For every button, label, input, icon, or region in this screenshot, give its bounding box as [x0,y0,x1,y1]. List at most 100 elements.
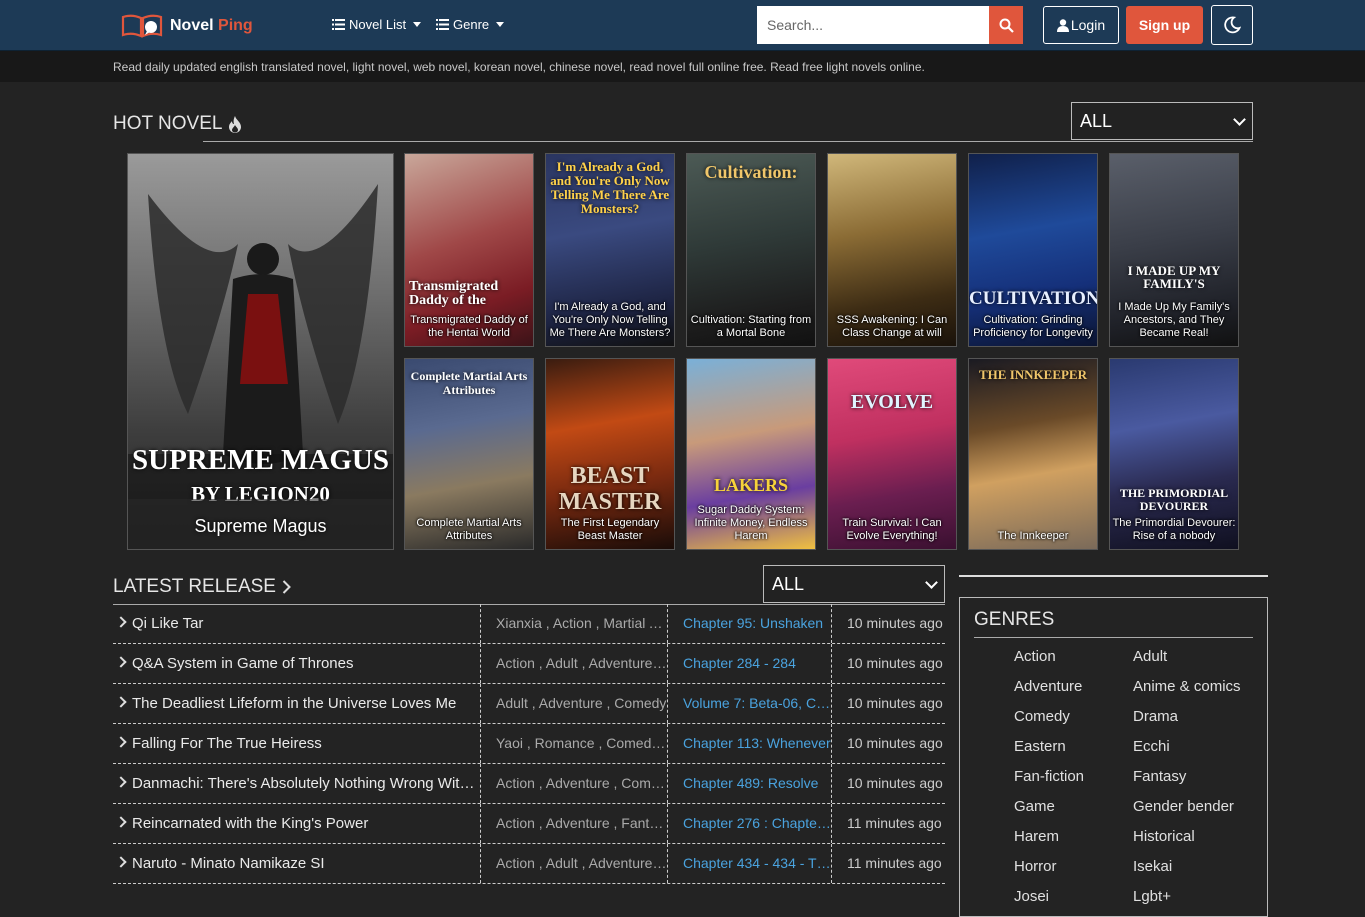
chapter-link[interactable]: Chapter 95: Unshaken [667,604,831,643]
chevron-right-icon [115,856,127,868]
novel-genres: Adult , Adventure , Comedy [480,684,667,723]
signup-label: Sign up [1138,17,1191,33]
list-icon [332,19,345,30]
novel-card-title: SSS Awakening: I Can Class Change at wil… [836,314,948,339]
logo-text-novel: Novel [170,17,214,34]
chevron-right-icon [282,580,291,594]
genre-link[interactable]: Harem [1014,828,1059,845]
novel-genres: Xianxia , Action , Martial Arts [480,604,667,643]
novel-genres: Action , Adventure , Comedy [480,764,667,803]
table-row: Q&A System in Game of Thrones Action , A… [113,644,945,684]
genre-link[interactable]: Josei [1014,888,1049,905]
genre-link[interactable]: Horror [1014,858,1057,875]
search-button[interactable] [989,6,1023,44]
chapter-link[interactable]: Volume 7: Beta-06, Chapter [667,684,831,723]
sidebar-divider [959,575,1268,577]
hot-novel-card[interactable]: THE INNKEEPER The Innkeeper [968,358,1098,550]
novel-title-link[interactable]: The Deadliest Lifeform in the Universe L… [113,684,480,723]
novel-title-link[interactable]: Qi Like Tar [113,604,480,643]
novel-title-link[interactable]: Reincarnated with the King's Power [113,804,480,843]
chevron-right-icon [115,656,127,668]
fire-icon [229,115,242,133]
novel-list-dropdown[interactable]: Novel List [332,17,422,32]
chapter-link[interactable]: Chapter 113: Whenever [667,724,831,763]
table-row: Reincarnated with the King's Power Actio… [113,804,945,844]
novel-card-title: Cultivation: Starting from a Mortal Bone [690,314,812,339]
latest-filter-select[interactable]: ALL [763,565,945,603]
hot-novel-card[interactable]: I MADE UP MY FAMILY'S I Made Up My Famil… [1109,153,1239,347]
genre-link[interactable]: Game [1014,798,1055,815]
novel-genres: Action , Adventure , Fantasy [480,804,667,843]
genre-link[interactable]: Anime & comics [1133,678,1241,695]
genre-link[interactable]: Comedy [1014,708,1070,725]
novel-title-link[interactable]: Naruto - Minato Namikaze SI [113,844,480,883]
chapter-link[interactable]: Chapter 284 - 284 [667,644,831,683]
novel-title-link[interactable]: Danmachi: There's Absolutely Nothing Wro… [113,764,480,803]
novel-title-link[interactable]: Q&A System in Game of Thrones [113,644,480,683]
genre-link[interactable]: Gender bender [1133,798,1234,815]
genre-link[interactable]: Ecchi [1133,738,1170,755]
hot-novel-card[interactable]: EVOLVE Train Survival: I Can Evolve Ever… [827,358,957,550]
genre-link[interactable]: Action [1014,648,1056,665]
novel-card-title: I Made Up My Family's Ancestors, and The… [1118,301,1230,339]
hot-novel-card[interactable]: THE PRIMORDIAL DEVOURER The Primordial D… [1109,358,1239,550]
table-row: Naruto - Minato Namikaze SI Action , Adu… [113,844,945,884]
novel-title-link[interactable]: Falling For The True Heiress [113,724,480,763]
genre-link[interactable]: Historical [1133,828,1195,845]
chevron-right-icon [115,776,127,788]
hot-novel-card[interactable]: BEAST MASTER The First Legendary Beast M… [545,358,675,550]
latest-release-heading[interactable]: LATEST RELEASE [113,576,291,598]
dark-mode-toggle[interactable] [1211,5,1253,45]
cover-text-title: SUPREME MAGUS [132,444,389,476]
novel-card-title: Sugar Daddy System: Infinite Money, Endl… [694,504,808,542]
updated-time: 10 minutes ago [831,644,945,683]
hot-novel-featured[interactable]: SUPREME MAGUS BY LEGION20 Supreme Magus [127,153,394,550]
chapter-link[interactable]: Chapter 276 : Chapter 276 [667,804,831,843]
updated-time: 11 minutes ago [831,804,945,843]
moon-icon [1224,16,1241,34]
novel-card-title: Cultivation: Grinding Proficiency for Lo… [973,314,1093,339]
hot-novel-card[interactable]: CULTIVATION: Cultivation: Grinding Profi… [968,153,1098,347]
login-button[interactable]: Login [1043,6,1119,44]
chapter-link[interactable]: Chapter 489: Resolve [667,764,831,803]
cover-text: LAKERS [713,475,789,495]
genre-link[interactable]: Lgbt+ [1133,888,1171,905]
novel-card-title: I'm Already a God, and You're Only Now T… [549,301,671,339]
genre-link[interactable]: Isekai [1133,858,1172,875]
hot-novel-card[interactable]: Cultivation: Cultivation: Starting from … [686,153,816,347]
updated-time: 10 minutes ago [831,764,945,803]
genre-link[interactable]: Eastern [1014,738,1066,755]
chevron-down-icon [1233,112,1246,126]
table-row: Danmachi: There's Absolutely Nothing Wro… [113,764,945,804]
latest-release-title: LATEST RELEASE [113,576,276,597]
novel-genres: Action , Adult , Adventure , Fantasy [480,644,667,683]
site-logo[interactable]: Novel Ping [120,13,253,39]
featured-novel-title: Supreme Magus [194,516,327,536]
novel-card-title: Train Survival: I Can Evolve Everything! [842,517,942,542]
chapter-link[interactable]: Chapter 434 - 434 - The [667,844,831,883]
hot-novel-card[interactable]: LAKERS Sugar Daddy System: Infinite Mone… [686,358,816,550]
search-icon [999,18,1014,33]
cover-text: THE PRIMORDIAL DEVOURER [1119,486,1229,513]
genre-link[interactable]: Adult [1133,648,1167,665]
cover-text: EVOLVE [850,391,934,413]
signup-button[interactable]: Sign up [1126,6,1203,44]
genre-dropdown[interactable]: Genre [436,17,505,32]
cover-text: THE INNKEEPER [979,367,1087,382]
hot-novel-title: HOT NOVEL [113,113,223,134]
genre-link[interactable]: Drama [1133,708,1178,725]
hot-novel-card[interactable]: SSS Awakening: I Can Class Change at wil… [827,153,957,347]
genre-link[interactable]: Adventure [1014,678,1082,695]
hot-novel-filter-select[interactable]: ALL [1071,102,1253,140]
cover-text: Cultivation: [704,162,798,182]
search-input[interactable] [757,6,989,44]
table-row: The Deadliest Lifeform in the Universe L… [113,684,945,724]
genre-link[interactable]: Fan-fiction [1014,768,1084,785]
hot-novel-card[interactable]: I'm Already a God, and You're Only Now T… [545,153,675,347]
genre-link[interactable]: Fantasy [1133,768,1186,785]
user-icon [1056,18,1069,32]
hot-novel-card[interactable]: Complete Martial Arts Attributes Complet… [404,358,534,550]
hot-novel-card[interactable]: Transmigrated Daddy of the Transmigrated… [404,153,534,347]
chevron-down-icon [413,22,422,27]
hot-filter-value: ALL [1080,110,1113,131]
